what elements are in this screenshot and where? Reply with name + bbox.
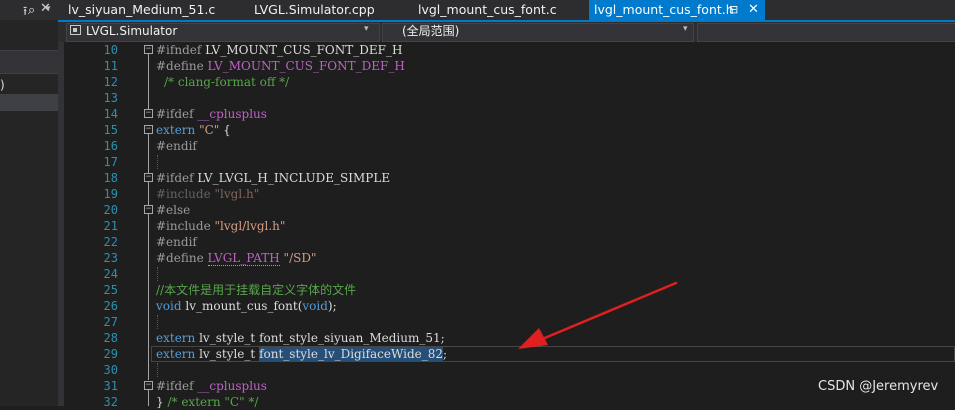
annotation-arrow (518, 281, 678, 349)
watermark: CSDN @Jeremyrev (818, 379, 939, 394)
